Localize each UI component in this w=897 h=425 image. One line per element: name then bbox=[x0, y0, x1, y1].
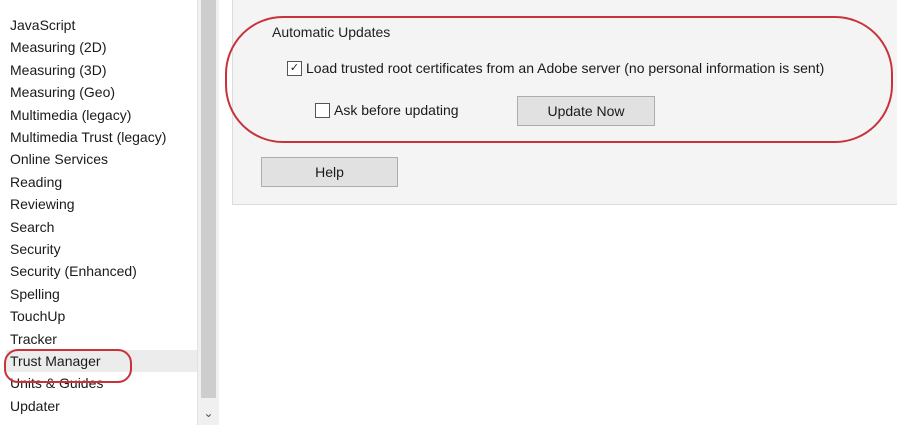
update-now-button[interactable]: Update Now bbox=[517, 96, 655, 126]
sidebar-item-reviewing[interactable]: Reviewing bbox=[10, 193, 75, 215]
sidebar-item-reading[interactable]: Reading bbox=[10, 171, 62, 193]
sidebar-item-spelling[interactable]: Spelling bbox=[10, 283, 60, 305]
sidebar-scrollbar[interactable]: ⌄ bbox=[197, 0, 219, 425]
automatic-updates-title: Automatic Updates bbox=[272, 24, 391, 40]
sidebar-item-touchup[interactable]: TouchUp bbox=[10, 305, 65, 327]
category-list: JavaScript Measuring (2D) Measuring (3D)… bbox=[0, 0, 197, 425]
sidebar-item-updater[interactable]: Updater bbox=[10, 395, 60, 417]
load-certs-checkbox[interactable]: ✓ bbox=[287, 60, 302, 76]
sidebar-item-measuring-geo[interactable]: Measuring (Geo) bbox=[10, 81, 115, 103]
sidebar-item-multimedia-legacy[interactable]: Multimedia (legacy) bbox=[10, 104, 131, 126]
sidebar-item-units-guides[interactable]: Units & Guides bbox=[10, 372, 103, 394]
help-button[interactable]: Help bbox=[261, 157, 398, 187]
sidebar-item-security[interactable]: Security bbox=[10, 238, 61, 260]
sidebar-item-javascript[interactable]: JavaScript bbox=[10, 14, 75, 36]
scroll-thumb[interactable] bbox=[201, 0, 216, 398]
load-certs-label: Load trusted root certificates from an A… bbox=[306, 60, 825, 76]
load-certs-option[interactable]: ✓ Load trusted root certificates from an… bbox=[287, 60, 824, 76]
sidebar-item-measuring-3d[interactable]: Measuring (3D) bbox=[10, 59, 106, 81]
trust-manager-panel: Automatic Updates ✓ Load trusted root ce… bbox=[219, 0, 897, 425]
ask-before-label: Ask before updating bbox=[334, 102, 459, 118]
sidebar-item-search[interactable]: Search bbox=[10, 216, 54, 238]
sidebar-item-multimedia-trust-legacy[interactable]: Multimedia Trust (legacy) bbox=[10, 126, 166, 148]
sidebar-item-security-enhanced[interactable]: Security (Enhanced) bbox=[10, 260, 137, 282]
sidebar-item-tracker[interactable]: Tracker bbox=[10, 328, 57, 350]
sidebar-item-online-services[interactable]: Online Services bbox=[10, 148, 108, 170]
ask-before-checkbox[interactable] bbox=[315, 102, 330, 118]
ask-before-option[interactable]: Ask before updating bbox=[315, 102, 459, 118]
scroll-down-icon[interactable]: ⌄ bbox=[198, 403, 219, 423]
sidebar-item-trust-manager[interactable]: Trust Manager bbox=[6, 350, 197, 372]
sidebar-item-measuring-2d[interactable]: Measuring (2D) bbox=[10, 36, 106, 58]
